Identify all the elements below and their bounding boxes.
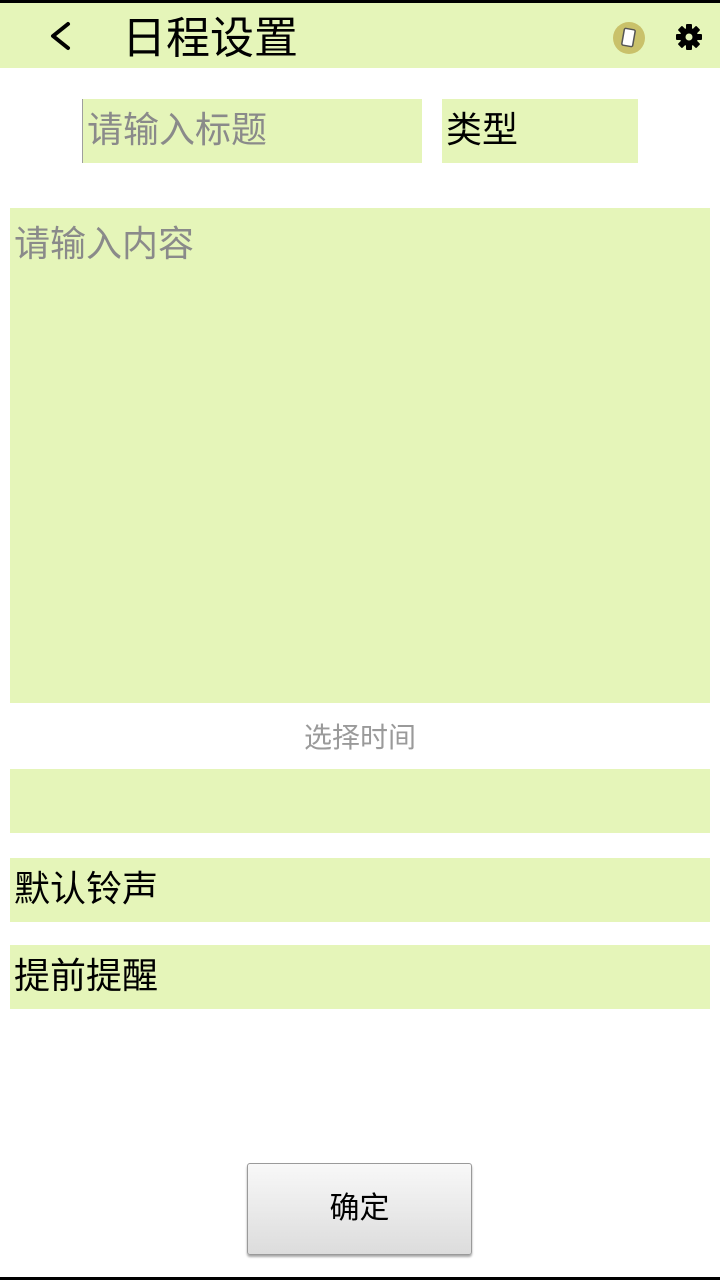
ringtone-selector[interactable]: 默认铃声 [10, 858, 710, 922]
choose-time-label: 选择时间 [303, 721, 416, 754]
reminder-label: 提前提醒 [14, 956, 159, 997]
title-input[interactable]: 请输入标题 [82, 99, 422, 163]
time-field[interactable] [10, 769, 710, 833]
type-label: 类型 [446, 110, 519, 151]
schedule-settings-screen: 日程设置 请输入标题 类型 请输入内容 选择时间 默认铃声 提前提醒 确定 [0, 0, 720, 1280]
back-button[interactable] [38, 11, 82, 61]
content-placeholder: 请输入内容 [14, 224, 195, 265]
advance-reminder-selector[interactable]: 提前提醒 [10, 945, 710, 1009]
gear-icon [676, 24, 702, 50]
top-bar: 日程设置 [0, 3, 720, 68]
confirm-button[interactable]: 确定 [247, 1163, 472, 1255]
settings-button[interactable] [672, 19, 706, 55]
chevron-left-icon [51, 22, 70, 50]
title-placeholder: 请输入标题 [87, 110, 268, 151]
ringtone-label: 默认铃声 [14, 869, 159, 910]
type-selector[interactable]: 类型 [442, 99, 638, 163]
phone-button[interactable] [612, 21, 646, 55]
content-input[interactable]: 请输入内容 [10, 208, 710, 703]
page-title: 日程设置 [122, 13, 298, 64]
phone-icon [613, 22, 645, 54]
